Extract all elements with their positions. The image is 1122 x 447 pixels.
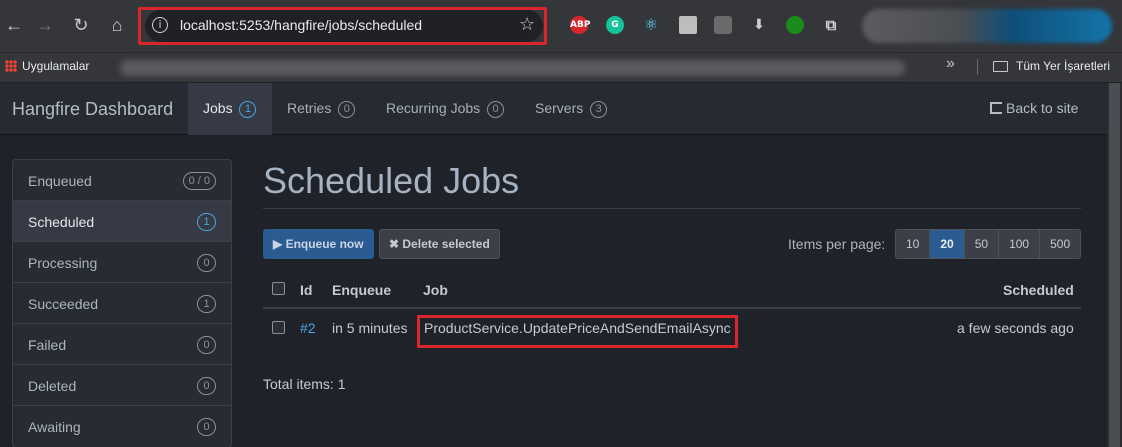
scheduled-count: 1 [197, 213, 216, 231]
download-icon[interactable]: ⬇ [750, 16, 768, 34]
job-scheduled-time: a few seconds ago [957, 320, 1074, 336]
enqueued-count: 0 / 0 [182, 172, 216, 190]
nav-retries[interactable]: Retries 0 [287, 83, 356, 135]
items-per-page-group: 10 20 50 100 500 [895, 229, 1082, 259]
url-highlight-annotation [138, 7, 547, 45]
scrollbar-thumb[interactable] [1109, 83, 1120, 447]
extensions-puzzle-icon[interactable]: ⧉ [822, 16, 840, 34]
nav-recurring-jobs[interactable]: Recurring Jobs 0 [386, 83, 505, 135]
adblock-extension-icon[interactable]: ABP [570, 16, 590, 34]
sidebar-item-scheduled[interactable]: Scheduled 1 [13, 201, 231, 242]
page-size-100[interactable]: 100 [999, 230, 1041, 258]
select-all-checkbox[interactable] [272, 282, 285, 295]
profile-blurred[interactable] [862, 9, 1112, 43]
bookmark-apps[interactable]: Uygulamalar [22, 59, 89, 73]
back-to-site-link[interactable]: Back to site [990, 100, 1078, 116]
table-header-divider [263, 307, 1081, 309]
column-header-job: Job [423, 282, 448, 298]
sidebar-item-processing[interactable]: Processing 0 [13, 242, 231, 283]
processing-count: 0 [197, 254, 216, 272]
sidebar-item-failed[interactable]: Failed 0 [13, 324, 231, 365]
deleted-count: 0 [197, 377, 216, 395]
jobs-sidebar: Enqueued 0 / 0 Scheduled 1 Processing 0 Suc… [12, 159, 232, 447]
grammarly-extension-icon[interactable]: G [606, 16, 624, 34]
title-divider [263, 208, 1081, 209]
nav-servers-count: 3 [590, 101, 608, 118]
job-highlight-annotation [417, 315, 738, 348]
reload-icon[interactable]: ↻ [70, 14, 92, 36]
exit-icon [990, 102, 1002, 114]
nav-retries-count: 0 [338, 101, 356, 118]
sidebar-item-succeeded[interactable]: Succeeded 1 [13, 283, 231, 324]
row-checkbox[interactable] [272, 321, 285, 334]
column-header-enqueue: Enqueue [332, 282, 392, 298]
enqueue-now-button[interactable]: ▶ Enqueue now [263, 229, 374, 259]
bookmarks-blurred [120, 60, 905, 76]
page-title: Scheduled Jobs [263, 160, 520, 201]
page-size-50[interactable]: 50 [964, 230, 1000, 258]
react-devtools-extension-icon[interactable]: ⚛ [642, 16, 660, 34]
home-icon[interactable]: ⌂ [106, 14, 128, 36]
nav-recurring-count: 0 [487, 101, 505, 118]
page-size-10[interactable]: 10 [896, 230, 931, 258]
job-enqueue-time: in 5 minutes [332, 320, 408, 336]
awaiting-count: 0 [197, 418, 216, 436]
sidebar-item-deleted[interactable]: Deleted 0 [13, 365, 231, 406]
extension-chart-icon[interactable] [714, 16, 732, 34]
delete-selected-button[interactable]: ✖ Delete selected [379, 229, 500, 259]
back-arrow-icon[interactable]: ← [3, 14, 25, 36]
extension-green-icon[interactable] [786, 16, 804, 34]
column-header-scheduled: Scheduled [1003, 282, 1074, 298]
hangfire-navbar: Hangfire Dashboard Jobs 1 Retries 0 Recu… [0, 83, 1107, 135]
nav-servers[interactable]: Servers 3 [535, 83, 608, 135]
page-size-500[interactable]: 500 [1040, 230, 1081, 258]
nav-jobs-count: 1 [239, 101, 257, 118]
job-id-link[interactable]: #2 [300, 320, 316, 336]
nav-jobs[interactable]: Jobs 1 [188, 83, 272, 135]
folder-icon[interactable] [993, 61, 1008, 72]
brand-title[interactable]: Hangfire Dashboard [12, 99, 173, 120]
sidebar-item-enqueued[interactable]: Enqueued 0 / 0 [13, 160, 231, 201]
items-per-page-label: Items per page: [788, 236, 886, 252]
extension-square-icon[interactable] [679, 16, 697, 34]
failed-count: 0 [197, 336, 216, 354]
apps-grid-icon[interactable] [5, 60, 17, 72]
bookmarks-overflow-icon[interactable]: » [946, 55, 955, 73]
total-items: Total items: 1 [263, 376, 346, 392]
bookmark-all[interactable]: Tüm Yer İşaretleri [1016, 59, 1110, 73]
bookmarks-divider [977, 59, 978, 75]
succeeded-count: 1 [197, 295, 216, 313]
forward-arrow-icon[interactable]: → [34, 14, 56, 36]
page-size-20[interactable]: 20 [930, 230, 965, 258]
column-header-id: Id [300, 282, 313, 298]
sidebar-item-awaiting[interactable]: Awaiting 0 [13, 406, 231, 447]
